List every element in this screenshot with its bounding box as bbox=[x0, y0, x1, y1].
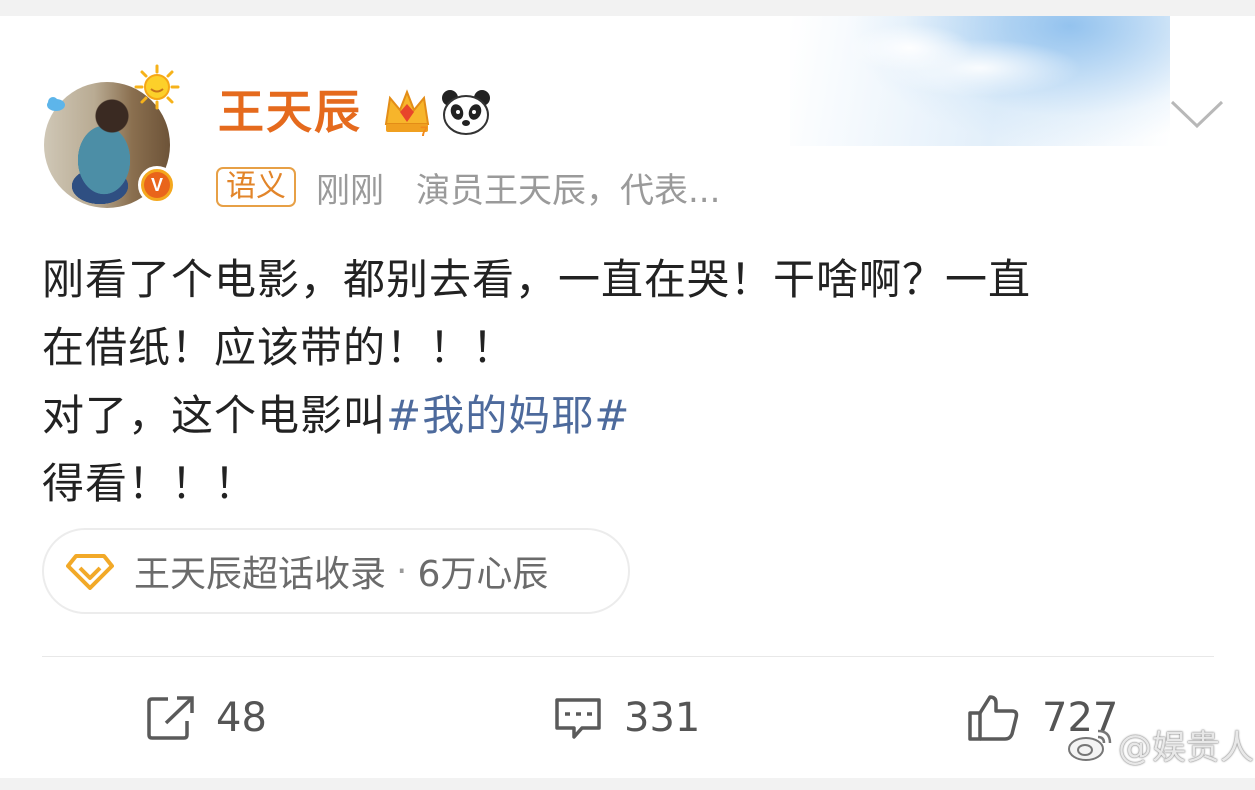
weibo-post-card: V 王天辰 7 语义 刚刚 演员王天辰，代表... 刚看了个电影，都别去看，一直… bbox=[0, 16, 1255, 778]
sun-icon bbox=[134, 64, 180, 110]
cloud-icon bbox=[47, 97, 65, 111]
repost-count: 48 bbox=[216, 695, 267, 741]
comment-button[interactable]: 331 bbox=[552, 686, 700, 750]
repost-icon bbox=[147, 696, 194, 740]
supertopic-label: 王天辰超话收录 bbox=[134, 554, 387, 595]
post-body-line: 得看！！！ bbox=[42, 459, 258, 508]
repost-button[interactable]: 48 bbox=[146, 686, 267, 750]
hashtag-link[interactable]: #我的妈耶# bbox=[386, 391, 630, 440]
supertopic-separator: · bbox=[396, 550, 408, 592]
username[interactable]: 王天辰 bbox=[218, 76, 362, 142]
verified-mark: V bbox=[144, 172, 170, 198]
crown-icon[interactable]: 7 bbox=[380, 84, 434, 140]
post-meta: 语义 刚刚 演员王天辰，代表... bbox=[216, 167, 720, 211]
like-icon bbox=[968, 695, 1019, 741]
comment-count: 331 bbox=[624, 695, 701, 741]
user-bio: 演员王天辰，代表... bbox=[416, 170, 721, 211]
supertopic-fans: 6万心辰 bbox=[417, 554, 549, 595]
header-sky-decoration bbox=[790, 16, 1170, 146]
post-body-line: 对了，这个电影叫#我的妈耶# bbox=[42, 382, 1232, 450]
chevron-down-icon[interactable] bbox=[1168, 96, 1226, 130]
post-time: 刚刚 bbox=[316, 170, 384, 211]
avatar-container[interactable]: V bbox=[44, 64, 180, 208]
post-body-text: 对了，这个电影叫 bbox=[42, 391, 387, 440]
post-body-line: 在借纸！应该带的！！！ bbox=[42, 323, 516, 372]
post-body-line: 刚看了个电影，都别去看，一直在哭！干啥啊？一直 bbox=[42, 255, 1032, 304]
svg-text:7: 7 bbox=[420, 123, 428, 139]
diamond-icon bbox=[66, 554, 114, 590]
divider bbox=[42, 656, 1214, 657]
watermark: @娱贵人 bbox=[1066, 722, 1254, 768]
comment-icon bbox=[555, 698, 601, 739]
badge-tag[interactable]: 语义 bbox=[216, 167, 296, 207]
verified-badge: V bbox=[138, 166, 176, 204]
supertopic-chip[interactable]: 王天辰超话收录 · 6万心辰 bbox=[42, 528, 630, 614]
panda-icon[interactable] bbox=[440, 88, 492, 136]
watermark-text: @娱贵人 bbox=[1118, 727, 1254, 768]
weibo-logo-icon bbox=[1068, 729, 1112, 761]
post-body: 刚看了个电影，都别去看，一直在哭！干啥啊？一直 在借纸！应该带的！！！ 对了，这… bbox=[42, 246, 1232, 518]
